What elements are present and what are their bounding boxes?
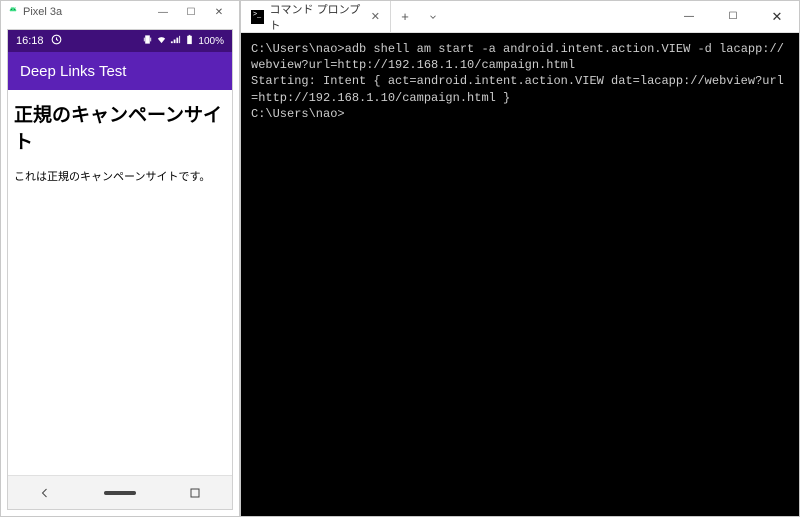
tab-dropdown-button[interactable] [419,1,447,32]
android-icon [7,6,19,18]
minimize-button[interactable]: — [149,1,177,23]
terminal-output[interactable]: C:\Users\nao>adb shell am start -a andro… [241,33,799,516]
battery-text: 100% [198,36,224,47]
notification-icon [50,33,63,49]
cmd-icon [251,10,264,24]
android-statusbar: 16:18 100% [8,30,232,52]
new-tab-button[interactable]: + [391,1,419,32]
device-screen: 16:18 100% Deep Links Test 正規のキャンペーンサイト … [7,29,233,510]
emulator-title: Pixel 3a [23,6,62,18]
terminal-tab[interactable]: コマンド プロンプト ✕ [241,1,391,32]
back-button[interactable] [29,482,61,504]
wifi-icon [156,34,167,48]
close-button[interactable]: ✕ [755,1,799,32]
close-button[interactable]: ✕ [205,1,233,23]
emulator-titlebar[interactable]: Pixel 3a — ☐ ✕ [1,1,239,23]
terminal-line: C:\Users\nao>adb shell am start -a andro… [251,41,789,73]
android-navbar [8,475,232,509]
maximize-button[interactable]: ☐ [711,1,755,32]
app-title: Deep Links Test [20,63,126,80]
maximize-button[interactable]: ☐ [177,1,205,23]
page-paragraph: これは正規のキャンペーンサイトです。 [14,168,226,184]
app-bar: Deep Links Test [8,52,232,90]
minimize-button[interactable]: — [667,1,711,32]
overview-button[interactable] [179,482,211,504]
page-heading: 正規のキャンペーンサイト [14,100,226,154]
home-button[interactable] [104,482,136,504]
tab-title: コマンド プロンプト [270,1,361,33]
webview-content[interactable]: 正規のキャンペーンサイト これは正規のキャンペーンサイトです。 [8,90,232,475]
signal-icon [170,34,181,48]
clock: 16:18 [16,35,44,47]
tab-close-icon[interactable]: ✕ [371,10,380,23]
terminal-prompt: C:\Users\nao> [251,106,789,122]
vibrate-icon [142,34,153,48]
terminal-titlebar[interactable]: コマンド プロンプト ✕ + — ☐ ✕ [241,1,799,33]
battery-icon [184,34,195,48]
terminal-window: コマンド プロンプト ✕ + — ☐ ✕ C:\Users\nao>adb sh… [240,0,800,517]
emulator-window: Pixel 3a — ☐ ✕ 16:18 100% Deep Links Tes… [0,0,240,517]
terminal-line: Starting: Intent { act=android.intent.ac… [251,73,789,105]
